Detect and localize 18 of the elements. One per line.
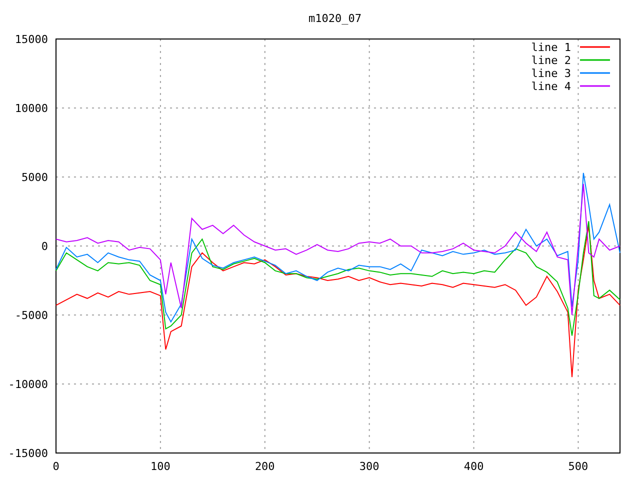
y-tick-label: 15000 [14, 33, 48, 46]
legend-label: line 2 [531, 54, 571, 67]
x-tick-label: 100 [150, 460, 170, 473]
legend-label: line 1 [531, 41, 571, 54]
legend-label: line 3 [531, 67, 571, 80]
x-tick-label: 300 [359, 460, 380, 473]
x-tick-label: 400 [464, 460, 484, 473]
x-tick-label: 0 [52, 460, 60, 473]
chart-title: m1020_07 [308, 12, 362, 25]
y-tick-label: 10000 [14, 102, 48, 115]
x-tick-label: 500 [568, 460, 588, 473]
y-tick-label: 5000 [22, 171, 48, 184]
legend-label: line 4 [531, 80, 571, 93]
y-tick-label: -15000 [8, 447, 48, 460]
y-tick-label: 0 [41, 240, 48, 253]
x-tick-label: 200 [254, 460, 275, 473]
y-tick-label: -10000 [8, 378, 48, 391]
y-tick-label: -5000 [14, 309, 48, 322]
